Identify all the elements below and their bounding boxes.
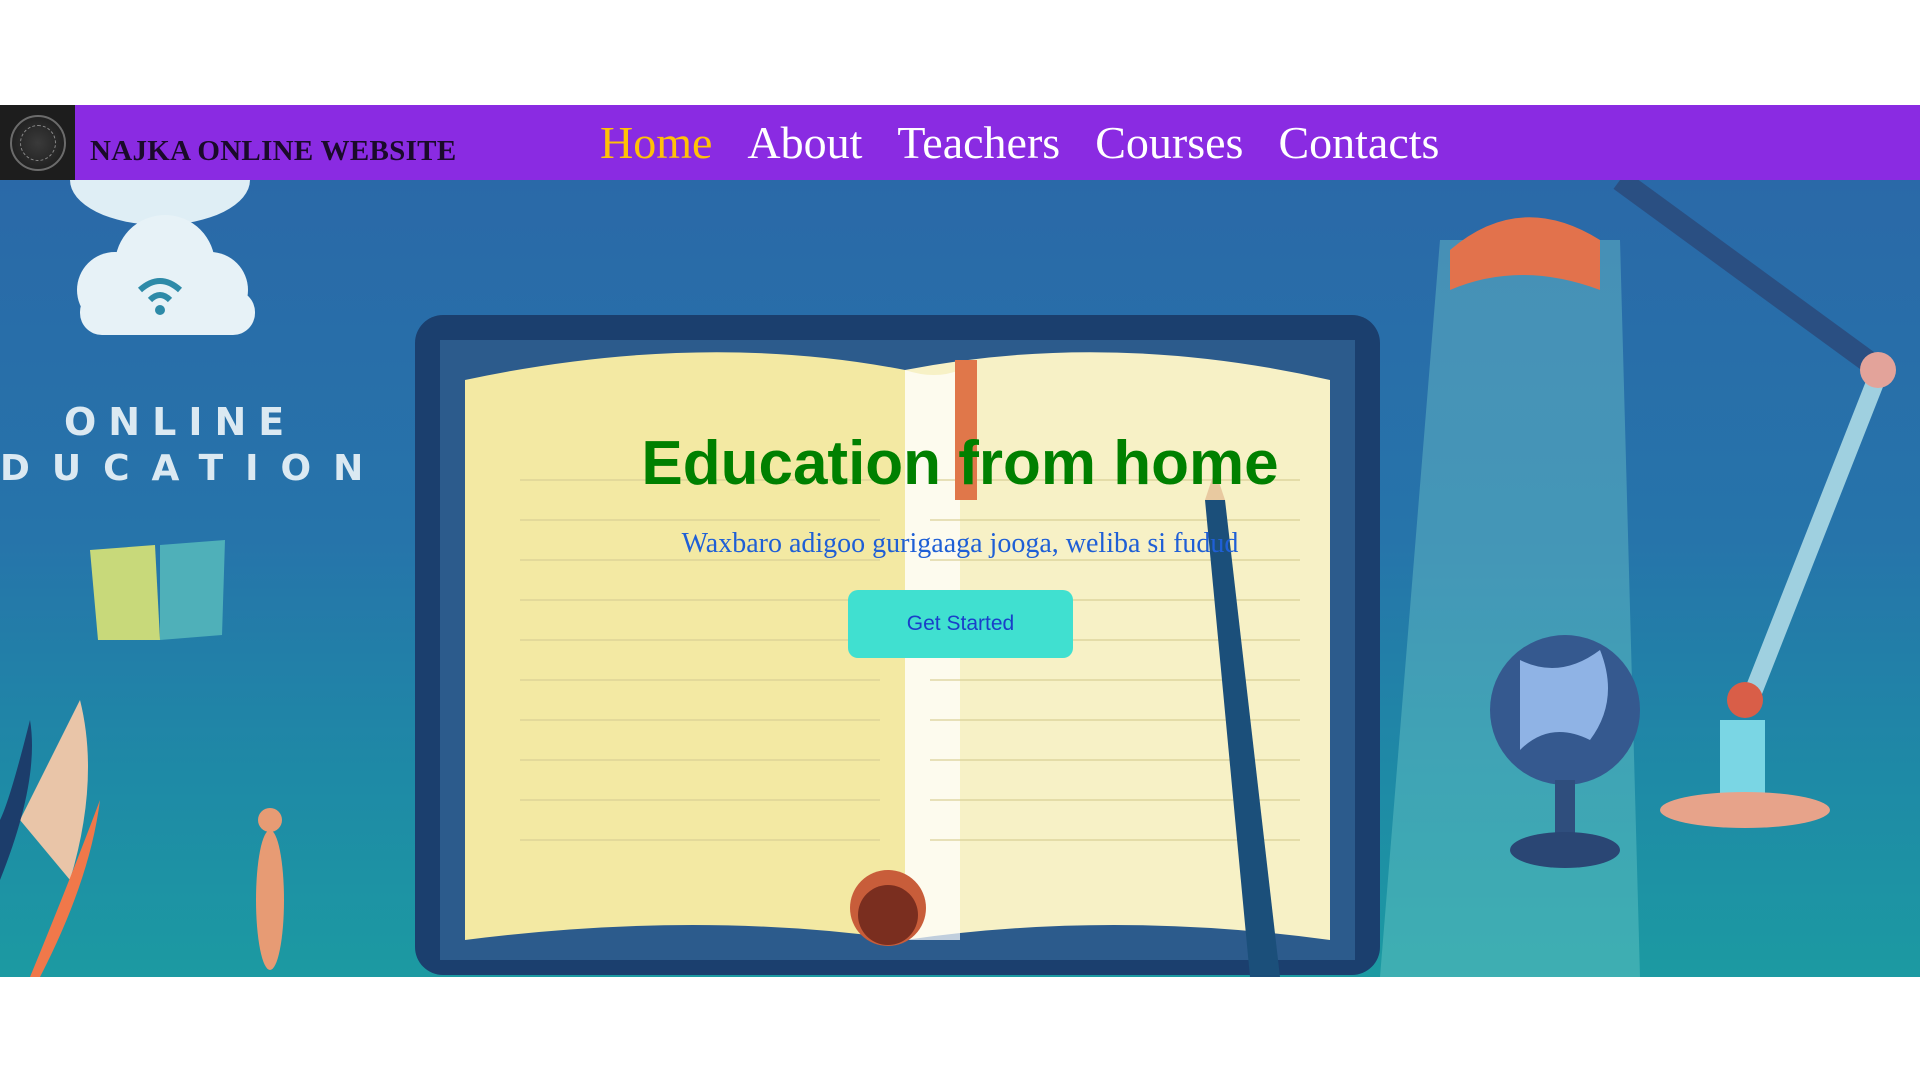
nav-link-courses[interactable]: Courses — [1095, 119, 1243, 166]
hero-subtitle: Waxbaro adigoo gurigaaga jooga, weliba s… — [681, 528, 1239, 559]
navbar: NAJKA ONLINE WEBSITE Home About Teachers… — [0, 105, 1920, 180]
hero-section: ONLINE DUCATION Education from home Waxb… — [0, 180, 1920, 977]
get-started-button[interactable]: Get Started — [848, 590, 1073, 658]
brand-name: NAJKA ONLINE WEBSITE — [90, 135, 457, 167]
nav-link-about[interactable]: About — [747, 119, 862, 166]
logo[interactable] — [0, 105, 75, 180]
school-seal-icon — [9, 114, 66, 171]
nav-links: Home About Teachers Courses Contacts — [600, 105, 1439, 180]
hero-title: Education from home — [641, 429, 1279, 498]
nav-link-home[interactable]: Home — [600, 119, 712, 166]
nav-link-teachers[interactable]: Teachers — [897, 119, 1060, 166]
hero-content: Education from home Waxbaro adigoo gurig… — [0, 180, 1920, 977]
nav-link-contacts[interactable]: Contacts — [1278, 119, 1439, 166]
